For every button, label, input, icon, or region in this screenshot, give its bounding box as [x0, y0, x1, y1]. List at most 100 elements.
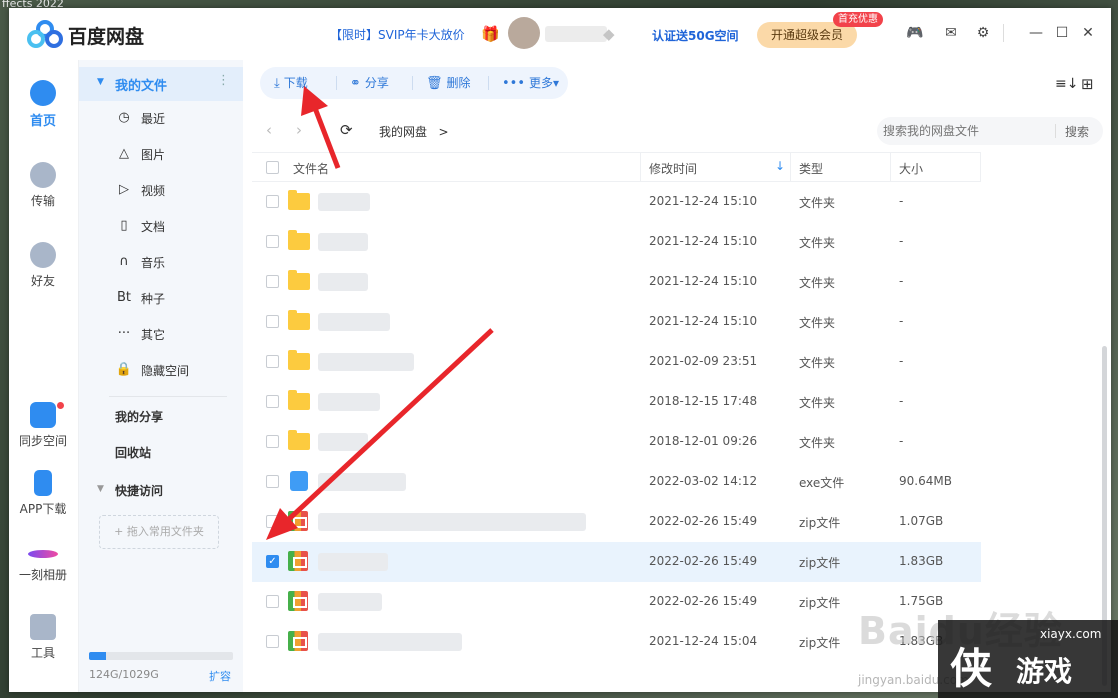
- site-domain-watermark: xiayx.com: [1040, 627, 1102, 641]
- file-name-redacted[interactable]: [318, 633, 462, 651]
- add-common-folder-dropzone[interactable]: + 拖入常用文件夹: [99, 515, 219, 549]
- column-header-modified-time[interactable]: 修改时间: [649, 160, 697, 177]
- breadcrumb-root[interactable]: 我的网盘: [379, 125, 427, 139]
- kebab-menu-icon[interactable]: ⋮: [217, 73, 230, 88]
- folder-icon: [288, 190, 310, 210]
- refresh-icon[interactable]: ⟳: [340, 121, 353, 139]
- column-header-name[interactable]: 文件名: [293, 160, 329, 177]
- nav-friends[interactable]: 好友: [9, 242, 77, 289]
- sidebar-item-category[interactable]: △ 图片: [115, 140, 235, 168]
- file-name-redacted[interactable]: [318, 433, 368, 451]
- caret-down-icon[interactable]: ▼: [97, 77, 104, 87]
- verify-bonus-link[interactable]: 认证送50G空间: [652, 27, 739, 44]
- caret-down-icon[interactable]: ▼: [97, 484, 104, 494]
- sidebar-item-quick-access[interactable]: 快捷访问: [115, 482, 163, 499]
- file-name-redacted[interactable]: [318, 273, 368, 291]
- table-row[interactable]: 2021-12-24 15:10 文件夹 -: [252, 262, 981, 302]
- nav-tools[interactable]: 工具: [9, 614, 77, 661]
- sidebar-item-recycle-bin[interactable]: 回收站: [115, 444, 151, 461]
- row-checkbox[interactable]: [266, 355, 279, 368]
- file-name-redacted[interactable]: [318, 353, 414, 371]
- grid-view-icon[interactable]: ⊞: [1081, 75, 1094, 93]
- row-checkbox[interactable]: [266, 195, 279, 208]
- nav-sync-space[interactable]: 同步空间: [9, 402, 77, 449]
- table-row[interactable]: 2022-03-02 14:12 exe文件 90.64MB: [252, 462, 981, 502]
- file-name-redacted[interactable]: [318, 193, 370, 211]
- sidebar-item-my-share[interactable]: 我的分享: [115, 408, 163, 425]
- titlebar-divider: [1003, 24, 1004, 42]
- forward-arrow-icon[interactable]: ›: [296, 121, 302, 139]
- download-button[interactable]: ⤓ 下载: [274, 67, 308, 99]
- delete-label: 删除: [446, 76, 471, 90]
- file-name-redacted[interactable]: [318, 553, 388, 571]
- sidebar-item-category[interactable]: ▯ 文档: [115, 212, 235, 240]
- sort-icon[interactable]: ≡↓: [1055, 76, 1078, 92]
- table-row[interactable]: 2021-12-24 15:10 文件夹 -: [252, 222, 981, 262]
- file-size-cell: -: [899, 234, 904, 248]
- back-arrow-icon[interactable]: ‹: [266, 121, 272, 139]
- row-checkbox[interactable]: [266, 395, 279, 408]
- table-row[interactable]: 2021-12-24 15:10 文件夹 -: [252, 182, 981, 222]
- svip-promo-link[interactable]: 【限时】SVIP年卡大放价: [330, 26, 465, 43]
- file-name-redacted[interactable]: [318, 593, 382, 611]
- diamond-icon[interactable]: ◆: [603, 25, 615, 43]
- table-row[interactable]: 2021-12-24 15:10 文件夹 -: [252, 302, 981, 342]
- table-row[interactable]: 2021-02-09 23:51 文件夹 -: [252, 342, 981, 382]
- file-size-cell: -: [899, 354, 904, 368]
- sidebar-item-category[interactable]: ··· 其它: [115, 320, 235, 348]
- folder-icon: [288, 350, 310, 370]
- row-checkbox[interactable]: [266, 275, 279, 288]
- expand-storage-link[interactable]: 扩容: [209, 668, 231, 684]
- modified-time-cell: 2021-12-24 15:10: [649, 314, 758, 328]
- username-redacted[interactable]: [545, 26, 607, 42]
- table-row[interactable]: 2018-12-15 17:48 文件夹 -: [252, 382, 981, 422]
- settings-icon[interactable]: ⚙: [973, 23, 993, 43]
- gift-icon[interactable]: 🎁: [481, 26, 500, 42]
- minimize-button[interactable]: —: [1026, 23, 1046, 43]
- row-checkbox[interactable]: ✓: [266, 555, 279, 568]
- row-checkbox[interactable]: [266, 635, 279, 648]
- search-input[interactable]: [883, 122, 1053, 140]
- sidebar-item-category[interactable]: ▷ 视频: [115, 176, 235, 204]
- sidebar-item-category[interactable]: Bt 种子: [115, 284, 235, 312]
- share-button[interactable]: ⚭ 分享: [350, 67, 389, 99]
- more-button[interactable]: ••• 更多▾: [502, 67, 559, 99]
- row-checkbox[interactable]: [266, 595, 279, 608]
- table-row[interactable]: 2022-02-26 15:49 zip文件 1.07GB: [252, 502, 981, 542]
- delete-button[interactable]: 🗑 删除: [426, 67, 471, 99]
- breadcrumb[interactable]: 我的网盘 >: [379, 123, 449, 140]
- column-header-type[interactable]: 类型: [799, 160, 823, 177]
- sidebar-item-category[interactable]: 🔒 隐藏空间: [115, 356, 235, 384]
- row-checkbox[interactable]: [266, 235, 279, 248]
- table-row[interactable]: 2018-12-01 09:26 文件夹 -: [252, 422, 981, 462]
- row-checkbox[interactable]: [266, 435, 279, 448]
- search-button[interactable]: 搜索: [1065, 123, 1089, 140]
- file-name-redacted[interactable]: [318, 233, 368, 251]
- gamepad-icon[interactable]: 🎮: [905, 23, 925, 43]
- nav-transfer[interactable]: 传输: [9, 162, 77, 209]
- nav-album[interactable]: 一刻相册: [9, 540, 77, 583]
- column-header-size[interactable]: 大小: [899, 160, 923, 177]
- file-name-redacted[interactable]: [318, 513, 586, 531]
- mail-icon[interactable]: ✉: [941, 23, 961, 43]
- close-button[interactable]: ✕: [1078, 23, 1098, 43]
- file-name-redacted[interactable]: [318, 313, 390, 331]
- row-checkbox[interactable]: [266, 315, 279, 328]
- select-all-checkbox[interactable]: [266, 161, 279, 174]
- row-checkbox[interactable]: [266, 475, 279, 488]
- file-category-sidebar: ▼ 我的文件 ⋮ ◷ 最近 △ 图片 ▷ 视频 ▯ 文档 ∩ 音乐 Bt 种子 ··· 其它 🔒 隐藏空间 我…: [78, 60, 243, 692]
- sidebar-item-category[interactable]: ◷ 最近: [115, 104, 235, 132]
- nav-home[interactable]: 首页: [9, 80, 77, 129]
- main-nav-rail: 首页 传输 好友 同步空间 APP下载 一刻相册 工具: [9, 60, 77, 692]
- file-name-redacted[interactable]: [318, 473, 406, 491]
- table-row[interactable]: ✓ 2022-02-26 15:49 zip文件 1.83GB: [252, 542, 981, 582]
- sync-space-icon: [30, 402, 56, 428]
- sidebar-item-my-files[interactable]: ▼ 我的文件 ⋮: [79, 67, 243, 101]
- sidebar-item-category[interactable]: ∩ 音乐: [115, 248, 235, 276]
- toolbar-divider: [412, 76, 413, 90]
- maximize-button[interactable]: ☐: [1052, 23, 1072, 43]
- avatar[interactable]: [508, 17, 540, 49]
- row-checkbox[interactable]: [266, 515, 279, 528]
- nav-app-download[interactable]: APP下载: [9, 470, 77, 517]
- file-name-redacted[interactable]: [318, 393, 380, 411]
